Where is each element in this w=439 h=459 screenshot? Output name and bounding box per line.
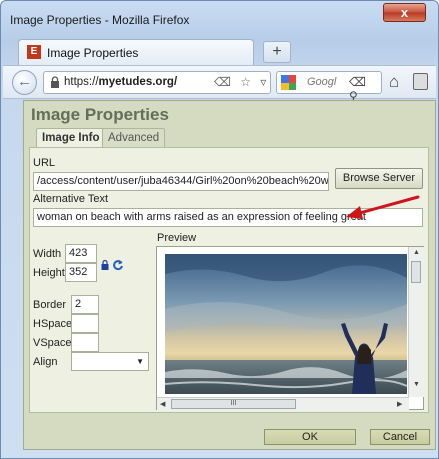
search-icons[interactable]: ⌫ ⚲ (349, 75, 381, 103)
chevron-down-icon: ▼ (136, 357, 144, 366)
alt-text-input[interactable]: woman on beach with arms raised as an ex… (33, 208, 423, 227)
height-label: Height (33, 267, 65, 279)
preview-label: Preview (157, 232, 197, 244)
address-bar[interactable]: https://myetudes.org/ ⌫ ☆ ▿ C (43, 71, 284, 94)
tab-image-info[interactable]: Image Info (36, 128, 106, 147)
scroll-right-arrow-icon[interactable]: ▶ (397, 400, 402, 408)
url-input[interactable]: /access/content/user/juba46344/Girl%20on… (33, 172, 329, 191)
tab-advanced[interactable]: Advanced (102, 128, 166, 147)
navigation-toolbar: ← https://myetudes.org/ ⌫ ☆ ▿ C Googl ⌫ … (3, 65, 436, 103)
vspace-input[interactable] (71, 333, 99, 352)
vspace-label: VSpace (33, 337, 72, 349)
url-host: myetudes.org/ (98, 76, 178, 88)
image-info-panel: URL /access/content/user/juba46344/Girl%… (29, 147, 429, 413)
align-select[interactable]: ▼ (71, 352, 149, 371)
new-tab-button[interactable]: + (263, 41, 291, 63)
scroll-up-arrow-icon[interactable]: ▲ (413, 249, 420, 256)
search-placeholder: Googl (307, 76, 337, 88)
border-label: Border (33, 299, 67, 311)
url-label: URL (33, 157, 56, 169)
hspace-input[interactable] (71, 314, 99, 333)
browse-server-button[interactable]: Browse Server (335, 168, 423, 189)
align-label: Align (33, 356, 58, 368)
google-search-engine-icon (281, 75, 296, 90)
preview-horizontal-scrollbar[interactable]: ◀ III ▶ (157, 397, 409, 411)
image-preview: ▲ ▼ ◀ III ▶ (156, 246, 424, 411)
height-input[interactable]: 352 (65, 263, 97, 282)
reset-size-icon[interactable] (112, 259, 124, 271)
back-arrow-icon: ← (17, 73, 32, 90)
horizontal-scroll-thumb[interactable]: III (171, 399, 296, 409)
preview-photo (165, 254, 407, 394)
extension-icon[interactable] (413, 73, 428, 90)
etudes-favicon-icon: E (27, 45, 41, 59)
address-url: https://myetudes.org/ (64, 76, 177, 88)
width-input[interactable]: 423 (65, 244, 97, 263)
browser-window: Image Properties - Mozilla Firefox x E I… (0, 0, 439, 459)
alt-text-label: Alternative Text (33, 193, 109, 205)
lock-ratio-icon[interactable] (101, 260, 109, 270)
title-bar: Image Properties - Mozilla Firefox x (1, 1, 438, 33)
home-icon[interactable]: ⌂ (389, 72, 399, 92)
back-button[interactable]: ← (12, 70, 37, 95)
dialog-title: Image Properties (31, 105, 169, 124)
url-scheme: https:// (64, 76, 99, 88)
scroll-left-arrow-icon[interactable]: ◀ (160, 400, 165, 408)
browser-tab[interactable]: E Image Properties (18, 39, 254, 65)
preview-vertical-scrollbar[interactable]: ▲ ▼ (408, 247, 424, 397)
search-bar[interactable]: Googl ⌫ ⚲ (276, 71, 382, 103)
lock-icon (51, 76, 59, 88)
close-window-button[interactable]: x (383, 3, 426, 22)
image-properties-dialog: Image Properties Image Info Advanced URL… (23, 100, 436, 450)
width-label: Width (33, 248, 62, 260)
vertical-scroll-thumb[interactable] (411, 261, 421, 283)
hspace-label: HSpace (33, 318, 73, 330)
window-title: Image Properties - Mozilla Firefox (10, 13, 190, 27)
cancel-button[interactable]: Cancel (370, 429, 430, 445)
ok-button[interactable]: OK (264, 429, 356, 445)
scroll-down-arrow-icon[interactable]: ▼ (413, 381, 420, 388)
border-input[interactable]: 2 (71, 295, 99, 314)
tab-label: Image Properties (47, 46, 139, 60)
